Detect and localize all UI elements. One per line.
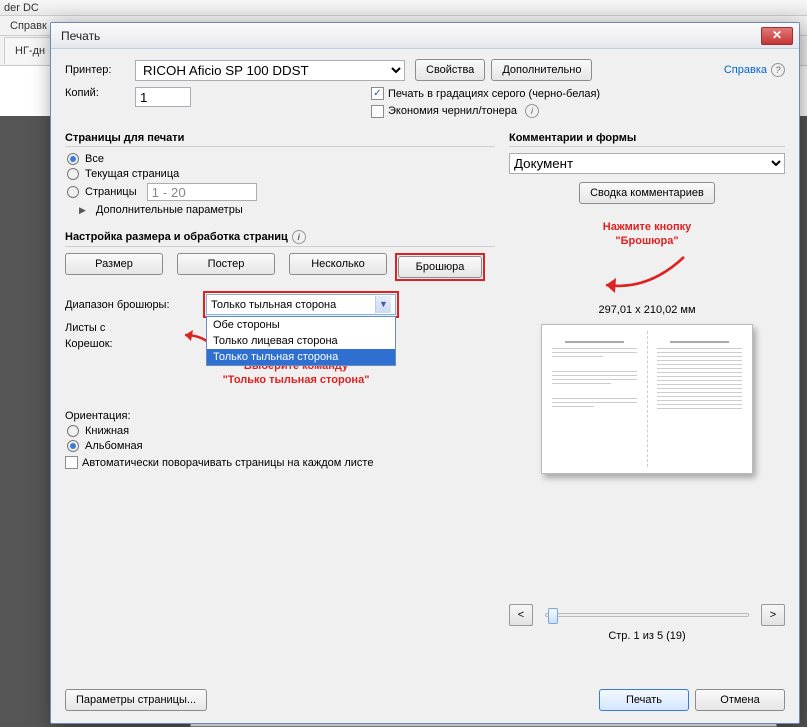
radio-current[interactable] [67,168,79,180]
booklet-range-dropdown-list: Обе стороны Только лицевая сторона Тольк… [206,316,396,366]
radio-portrait[interactable] [67,425,79,437]
chevron-right-icon: > [770,609,776,621]
cancel-button[interactable]: Отмена [695,689,785,711]
grayscale-label: Печать в градациях серого (черно-белая) [388,88,600,100]
autorotate-checkbox[interactable] [65,456,78,469]
spine-label: Корешок: [65,338,203,350]
booklet-range-value: Только тыльная сторона [211,299,336,311]
tab-size-button[interactable]: Размер [65,253,163,275]
radio-landscape-label: Альбомная [85,440,143,452]
help-link[interactable]: Справка [724,64,767,76]
bg-tab[interactable]: НГ-дн [4,37,56,64]
pages-section-header: Страницы для печати [65,132,495,147]
tab-multiple-button[interactable]: Несколько [289,253,387,275]
help-info-icon[interactable]: ? [771,63,785,77]
copies-label: Копий: [65,87,135,99]
dropdown-option-both[interactable]: Обе стороны [207,317,395,333]
comments-summary-button[interactable]: Сводка комментариев [579,182,715,204]
prev-page-button[interactable]: < [509,604,533,626]
expand-icon[interactable]: ▶ [79,205,86,216]
slider-thumb[interactable] [548,608,558,624]
page-range-input[interactable] [147,183,257,201]
booklet-range-select[interactable]: Только тыльная сторона ▼ [206,294,396,315]
annotation-highlight-booklet: Брошюра [395,253,485,281]
radio-pages-label: Страницы [85,186,137,198]
dialog-titlebar: Печать ✕ [51,23,799,49]
next-page-button[interactable]: > [761,604,785,626]
tab-booklet-button[interactable]: Брошюра [398,256,482,278]
sizing-section-header: Настройка размера и обработка страниц [65,231,288,243]
bg-titlebar: der DC [0,0,807,16]
radio-current-label: Текущая страница [85,168,179,180]
grayscale-checkbox[interactable]: ✓ [371,87,384,100]
comments-section-header: Комментарии и формы [509,132,785,147]
print-button[interactable]: Печать [599,689,689,711]
preview-dimensions: 297,01 x 210,02 мм [509,304,785,316]
page-indicator: Стр. 1 из 5 (19) [509,630,785,642]
print-preview [541,324,753,474]
savetoner-checkbox[interactable] [371,105,384,118]
annotation-highlight-dropdown: Только тыльная сторона ▼ Обе стороны Тол… [203,291,399,318]
radio-portrait-label: Книжная [85,425,129,437]
print-dialog: Печать ✕ Принтер: RICOH Aficio SP 100 DD… [50,22,800,724]
booklet-range-label: Диапазон брошюры: [65,299,203,311]
dialog-title: Печать [61,29,761,43]
tab-poster-button[interactable]: Постер [177,253,275,275]
dropdown-option-back[interactable]: Только тыльная сторона [207,349,395,365]
chevron-down-icon: ▼ [375,296,391,313]
advanced-button[interactable]: Дополнительно [491,59,592,81]
comments-select[interactable]: Документ [509,153,785,174]
properties-button[interactable]: Свойства [415,59,485,81]
radio-pages[interactable] [67,186,79,198]
radio-all[interactable] [67,153,79,165]
close-button[interactable]: ✕ [761,27,793,45]
radio-all-label: Все [85,153,104,165]
sizing-info-icon[interactable]: i [292,230,306,244]
chevron-left-icon: < [518,609,524,621]
more-params-label[interactable]: Дополнительные параметры [96,204,243,216]
printer-select[interactable]: RICOH Aficio SP 100 DDST [135,60,405,81]
close-icon: ✕ [772,28,782,42]
savetoner-label: Экономия чернил/тонера [388,105,517,117]
dropdown-option-front[interactable]: Только лицевая сторона [207,333,395,349]
orientation-label: Ориентация: [65,410,495,422]
bg-toolbar-item: Справк [10,20,47,32]
sheets-from-label: Листы с [65,322,203,334]
page-slider[interactable] [545,613,749,617]
annotation-press-booklet: Нажмите кнопку"Брошюра" [509,220,785,249]
page-setup-button[interactable]: Параметры страницы... [65,689,207,711]
bg-app-title: der DC [4,2,39,14]
radio-landscape[interactable] [67,440,79,452]
annotation-arrow-icon [592,251,702,297]
savetoner-info-icon[interactable]: i [525,104,539,118]
copies-input[interactable] [135,87,191,107]
autorotate-label: Автоматически поворачивать страницы на к… [82,457,373,469]
printer-label: Принтер: [65,64,135,76]
